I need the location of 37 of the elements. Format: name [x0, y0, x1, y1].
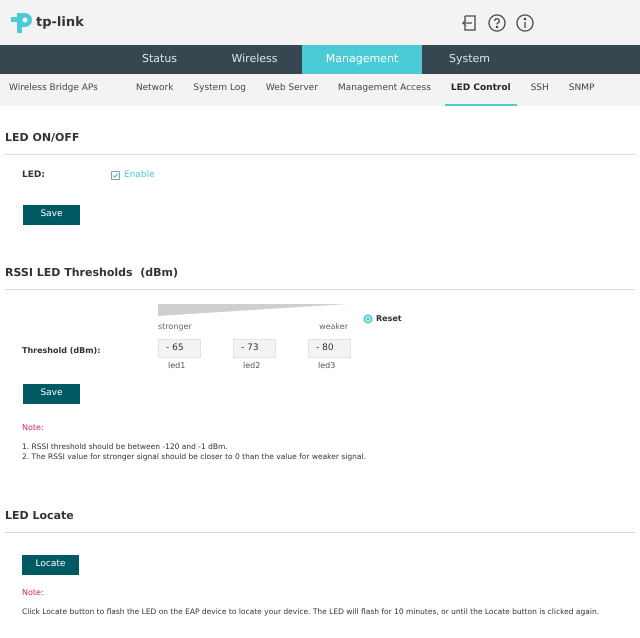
- threshold-field[interactable]: - 80: [308, 338, 351, 358]
- field-caption: led1: [168, 360, 186, 372]
- section-title: LED ON/OFF: [5, 131, 80, 144]
- info-icon[interactable]: [516, 14, 534, 32]
- logout-icon[interactable]: [460, 14, 478, 32]
- sub-tab[interactable]: Web Server: [260, 74, 324, 106]
- note-title: Note:: [22, 422, 45, 434]
- threshold-field[interactable]: - 65: [158, 338, 201, 358]
- section-title: RSSI LED Thresholds (dBm): [5, 266, 178, 278]
- sub-tab[interactable]: SSH: [524, 74, 555, 106]
- sub-tab[interactable]: LED Control: [444, 74, 517, 106]
- nav-tab[interactable]: System: [422, 45, 517, 74]
- sub-tab[interactable]: Network: [130, 74, 180, 106]
- save-button[interactable]: Save: [23, 384, 80, 404]
- reset-button[interactable]: Reset: [363, 312, 402, 324]
- logo-text: tp-link: [36, 14, 84, 32]
- weaker-label: weaker: [319, 320, 348, 332]
- threshold-field[interactable]: - 73: [233, 338, 276, 358]
- reset-icon: [363, 314, 373, 324]
- note-title: Note:: [22, 586, 45, 598]
- field-caption: led2: [243, 360, 260, 372]
- sub-tab[interactable]: SNMP: [562, 74, 600, 106]
- field-label: LED:: [22, 169, 46, 182]
- field-label: Threshold (dBm):: [22, 344, 102, 356]
- section-title: LED Locate: [5, 508, 74, 522]
- sub-tab[interactable]: System Log: [187, 74, 252, 106]
- nav-tab[interactable]: Wireless: [207, 45, 302, 74]
- field-caption: led3: [318, 360, 336, 372]
- logo-icon: [10, 10, 34, 34]
- nav-tab[interactable]: Status: [112, 45, 207, 74]
- save-button[interactable]: Save: [23, 204, 80, 224]
- check-icon: [112, 172, 119, 180]
- locate-button[interactable]: Locate: [22, 554, 79, 574]
- stronger-label: stronger: [158, 320, 192, 332]
- sub-tab[interactable]: Management Access: [332, 74, 437, 106]
- sub-tab[interactable]: Wireless Bridge APs: [3, 74, 104, 106]
- help-icon[interactable]: [488, 14, 506, 32]
